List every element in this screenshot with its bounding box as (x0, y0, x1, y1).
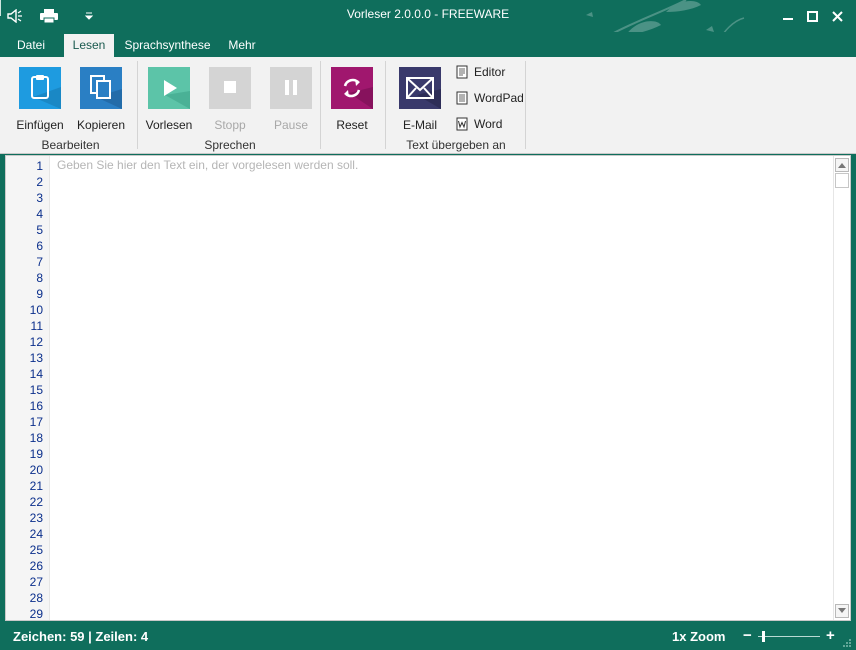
zoom-slider-thumb[interactable] (762, 631, 765, 642)
line-number: 5 (36, 223, 43, 237)
editor-placeholder[interactable]: Geben Sie hier den Text ein, der vorgele… (57, 158, 358, 172)
line-number: 14 (29, 367, 43, 381)
tab-lesen[interactable]: Lesen (64, 34, 114, 57)
close-button[interactable] (825, 4, 849, 28)
email-label: E-Mail (402, 118, 437, 132)
pause-icon (270, 67, 312, 109)
vertical-scrollbar[interactable] (833, 156, 850, 620)
clipboard-icon (19, 67, 61, 109)
group-label-text-uebergeben: Text übergeben an (406, 138, 506, 152)
word-label: Word (474, 117, 503, 131)
wordpad-icon (456, 91, 468, 105)
line-number: 1 (36, 159, 43, 173)
notepad-icon (456, 65, 468, 79)
title-bar: Vorleser 2.0.0.0 - FREEWARE (0, 0, 856, 32)
reset-label: Reset (336, 118, 368, 132)
zoom-slider-track[interactable] (758, 636, 820, 637)
copy-icon (80, 67, 122, 109)
group-label-sprechen: Sprechen (204, 138, 256, 152)
pause-label: Pause (273, 118, 309, 132)
stop-icon (209, 67, 251, 109)
line-number: 10 (29, 303, 43, 317)
line-number: 8 (36, 271, 43, 285)
maximize-button[interactable] (800, 4, 824, 28)
ribbon: Einfügen Kopieren Bearbeiten Vorlesen St… (0, 57, 856, 154)
line-number: 6 (36, 239, 43, 253)
line-number: 26 (29, 559, 43, 573)
line-number: 4 (36, 207, 43, 221)
copy-button[interactable]: Kopieren (73, 67, 129, 132)
editor-button[interactable]: Editor (455, 63, 505, 81)
read-aloud-label: Vorlesen (145, 118, 193, 132)
line-number: 16 (29, 399, 43, 413)
line-number: 18 (29, 431, 43, 445)
character-line-count: Zeichen: 59 | Zeilen: 4 (13, 629, 149, 644)
line-number: 23 (29, 511, 43, 525)
paste-label: Einfügen (16, 118, 64, 132)
resize-grip-icon[interactable] (842, 638, 852, 648)
text-editor[interactable]: 1 2 3 4 5 6 7 8 9 10 11 12 13 14 15 16 17 18 19 20 21 22 23 24 2… (5, 155, 851, 621)
refresh-icon (331, 67, 373, 109)
line-number: 27 (29, 575, 43, 589)
line-number: 13 (29, 351, 43, 365)
scroll-up-icon[interactable] (835, 158, 849, 172)
line-number: 21 (29, 479, 43, 493)
stop-label: Stopp (214, 118, 246, 132)
line-number: 9 (36, 287, 43, 301)
line-number: 20 (29, 463, 43, 477)
line-numbers: 1 2 3 4 5 6 7 8 9 10 11 12 13 14 15 16 17 18 19 20 21 22 23 24 2… (6, 156, 49, 620)
wordpad-button[interactable]: WordPad (455, 89, 524, 107)
group-separator (137, 61, 138, 149)
tab-mehr[interactable]: Mehr (222, 34, 262, 57)
zoom-in-button[interactable]: + (826, 627, 835, 644)
tab-datei[interactable]: Datei (6, 34, 56, 57)
wordpad-label: WordPad (474, 91, 524, 105)
envelope-icon (399, 67, 441, 109)
line-number: 12 (29, 335, 43, 349)
word-button[interactable]: Word (455, 115, 502, 133)
line-number: 15 (29, 383, 43, 397)
scroll-down-icon[interactable] (835, 604, 849, 618)
ribbon-tabs: Datei Lesen Sprachsynthese Mehr (0, 32, 856, 57)
zoom-level: 1x Zoom (672, 629, 726, 644)
line-number: 2 (36, 175, 43, 189)
pause-button[interactable]: Pause (263, 67, 319, 132)
line-number: 24 (29, 527, 43, 541)
status-bar: Zeichen: 59 | Zeilen: 4 1x Zoom − + (0, 622, 856, 650)
line-number: 3 (36, 191, 43, 205)
group-separator (525, 61, 526, 149)
scroll-thumb[interactable] (835, 173, 849, 188)
copy-label: Kopieren (76, 118, 126, 132)
line-number: 28 (29, 591, 43, 605)
group-label-bearbeiten: Bearbeiten (41, 138, 100, 152)
group-separator (320, 61, 321, 149)
window-title: Vorleser 2.0.0.0 - FREEWARE (346, 7, 510, 21)
line-number: 7 (36, 255, 43, 269)
line-number: 29 (29, 607, 43, 620)
reset-button[interactable]: Reset (324, 67, 380, 132)
word-icon (456, 117, 468, 131)
group-separator (385, 61, 386, 149)
line-number: 11 (30, 319, 43, 333)
zoom-out-button[interactable]: − (743, 627, 755, 644)
app-window: Vorleser 2.0.0.0 - FREEWARE Datei Lesen … (0, 0, 856, 650)
line-number: 22 (29, 495, 43, 509)
line-number: 17 (29, 415, 43, 429)
paste-button[interactable]: Einfügen (12, 67, 68, 132)
line-number: 25 (29, 543, 43, 557)
minimize-button[interactable] (776, 4, 800, 28)
stop-button[interactable]: Stopp (202, 67, 258, 132)
tab-sprachsynthese[interactable]: Sprachsynthese (120, 34, 215, 57)
play-icon (148, 67, 190, 109)
editor-label: Editor (474, 65, 506, 79)
line-number: 19 (29, 447, 43, 461)
line-number-gutter: 1 2 3 4 5 6 7 8 9 10 11 12 13 14 15 16 17 18 19 20 21 22 23 24 2… (6, 156, 50, 620)
email-button[interactable]: E-Mail (392, 67, 448, 132)
read-aloud-button[interactable]: Vorlesen (141, 67, 197, 132)
